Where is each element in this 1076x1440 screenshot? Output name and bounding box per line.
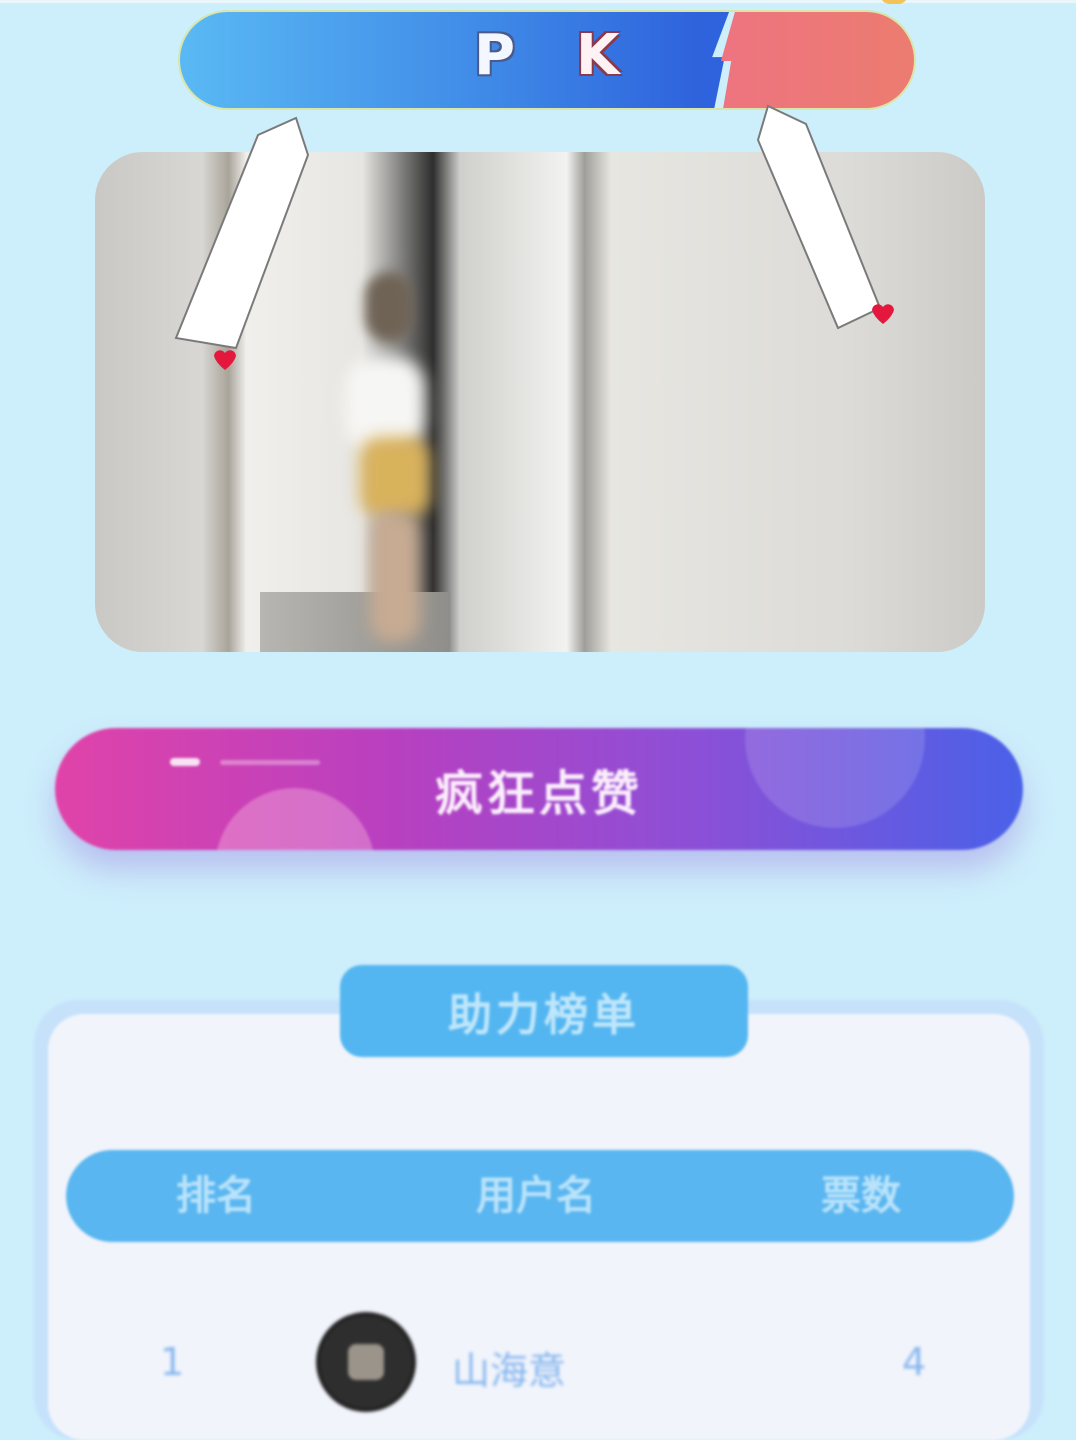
user-avatar-icon — [348, 1344, 384, 1380]
row-votes: 4 — [902, 1340, 927, 1384]
leaderboard-header: 排名 用户名 票数 — [66, 1150, 1014, 1242]
left-arrow-icon — [174, 116, 310, 370]
table-row[interactable]: 1 山海意 4 — [66, 1310, 1014, 1410]
leaderboard-title: 助力榜单 — [340, 965, 748, 1057]
like-button[interactable]: 疯狂点赞 — [55, 728, 1023, 850]
avatar — [320, 1316, 412, 1408]
column-header-username: 用户名 — [476, 1173, 596, 1219]
row-rank: 1 — [160, 1340, 185, 1384]
column-header-rank: 排名 — [176, 1173, 256, 1219]
row-username: 山海意 — [452, 1349, 567, 1393]
like-button-label: 疯狂点赞 — [434, 766, 643, 822]
right-arrow-icon — [756, 104, 894, 330]
column-header-votes: 票数 — [821, 1173, 901, 1219]
